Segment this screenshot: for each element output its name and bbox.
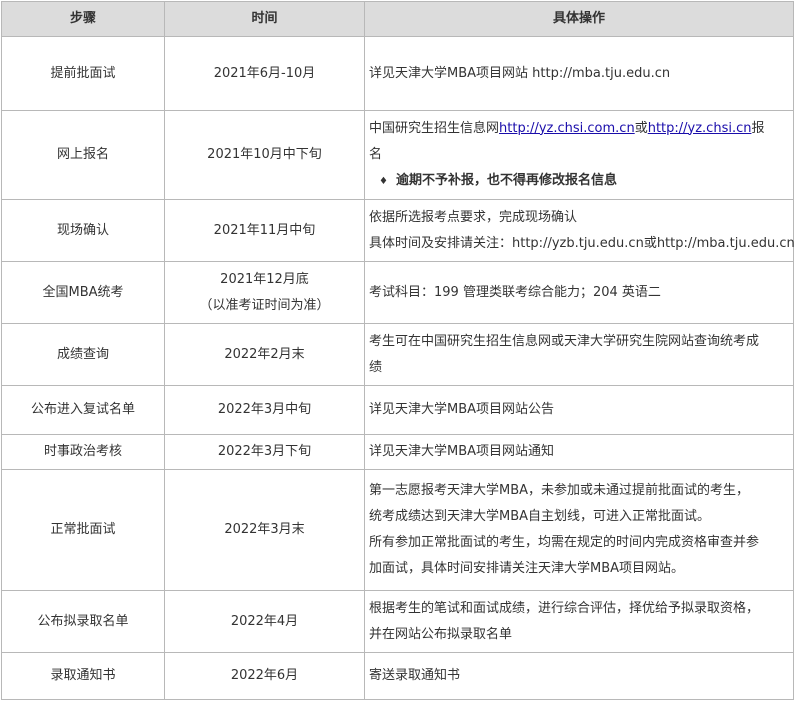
step-cell: 提前批面试 bbox=[1, 36, 165, 111]
header-step: 步骤 bbox=[1, 1, 165, 37]
ops-line: 中国研究生招生信息网http://yz.chsi.com.cn或http://y… bbox=[369, 116, 789, 142]
ops-cell: 根据考生的笔试和面试成绩，进行综合评估，择优给予拟录取资格， 并在网站公布拟录取… bbox=[364, 590, 794, 653]
step-cell: 公布进入复试名单 bbox=[1, 385, 165, 435]
ops-line: 加面试，具体时间安排请关注天津大学MBA项目网站。 bbox=[369, 561, 685, 576]
step-cell: 时事政治考核 bbox=[1, 434, 165, 470]
ops-cell: 第一志愿报考天津大学MBA，未参加或未通过提前批面试的考生， 统考成绩达到天津大… bbox=[364, 469, 794, 591]
step-cell: 公布拟录取名单 bbox=[1, 590, 165, 653]
step-cell: 全国MBA统考 bbox=[1, 261, 165, 324]
table-row: 时事政治考核 2022年3月下旬 详见天津大学MBA项目网站通知 bbox=[1, 434, 794, 470]
ops-cell: 详见天津大学MBA项目网站公告 bbox=[364, 385, 794, 435]
ops-line: 根据考生的笔试和面试成绩，进行综合评估，择优给予拟录取资格， bbox=[369, 600, 760, 616]
admission-schedule-table: 步骤 时间 具体操作 提前批面试 2021年6月-10月 详见天津大学MBA项目… bbox=[1, 1, 795, 700]
warning-bullet: ♦ 逾期不予补报，也不得再修改报名信息 bbox=[369, 168, 789, 195]
warning-text: 逾期不予补报，也不得再修改报名信息 bbox=[395, 172, 617, 188]
table-row: 成绩查询 2022年2月末 考生可在中国研究生招生信息网或天津大学研究生院网站查… bbox=[1, 323, 794, 386]
time-cell: 2021年10月中下旬 bbox=[164, 110, 365, 200]
ops-cell: 中国研究生招生信息网http://yz.chsi.com.cn或http://y… bbox=[364, 110, 794, 200]
ops-text: 中国研究生招生信息网 bbox=[369, 120, 500, 136]
time-cell: 2022年4月 bbox=[164, 590, 365, 653]
ops-line: 统考成绩达到天津大学MBA自主划线，可进入正常批面试。 bbox=[369, 509, 711, 524]
ops-line: 第一志愿报考天津大学MBA，未参加或未通过提前批面试的考生， bbox=[369, 483, 750, 498]
ops-cell: 详见天津大学MBA项目网站 http://mba.tju.edu.cn bbox=[364, 36, 794, 111]
ops-line: 并在网站公布拟录取名单 bbox=[369, 626, 513, 642]
step-cell: 现场确认 bbox=[1, 199, 165, 262]
time-cell: 2022年2月末 bbox=[164, 323, 365, 386]
time-cell: 2022年3月末 bbox=[164, 469, 365, 591]
step-cell: 网上报名 bbox=[1, 110, 165, 200]
table-row: 公布拟录取名单 2022年4月 根据考生的笔试和面试成绩，进行综合评估，择优给予… bbox=[1, 590, 794, 653]
table-row: 提前批面试 2021年6月-10月 详见天津大学MBA项目网站 http://m… bbox=[1, 36, 794, 111]
time-cell: 2021年11月中旬 bbox=[164, 199, 365, 262]
table-row: 全国MBA统考 2021年12月底 （以准考证时间为准） 考试科目：199 管理… bbox=[1, 261, 794, 324]
time-line: 2021年12月底 bbox=[220, 271, 309, 287]
header-time: 时间 bbox=[164, 1, 365, 37]
ops-line: 依据所选报考点要求，完成现场确认 bbox=[369, 209, 578, 225]
ops-line: 所有参加正常批面试的考生，均需在规定的时间内完成资格审查并参 bbox=[369, 535, 760, 550]
header-ops: 具体操作 bbox=[364, 1, 794, 37]
ops-cell: 考生可在中国研究生招生信息网或天津大学研究生院网站查询统考成 绩 bbox=[364, 323, 794, 386]
step-cell: 录取通知书 bbox=[1, 652, 165, 700]
time-cell: 2021年12月底 （以准考证时间为准） bbox=[164, 261, 365, 324]
ops-line: 绩 bbox=[369, 359, 383, 375]
ops-cell: 详见天津大学MBA项目网站通知 bbox=[364, 434, 794, 470]
chsi-link-2[interactable]: http://yz.chsi.cn bbox=[648, 121, 752, 136]
time-cell: 2021年6月-10月 bbox=[164, 36, 365, 111]
ops-text: 或 bbox=[634, 120, 648, 136]
table-row: 公布进入复试名单 2022年3月中旬 详见天津大学MBA项目网站公告 bbox=[1, 385, 794, 435]
chsi-link-1[interactable]: http://yz.chsi.com.cn bbox=[499, 121, 635, 136]
table-row: 录取通知书 2022年6月 寄送录取通知书 bbox=[1, 652, 794, 700]
step-cell: 成绩查询 bbox=[1, 323, 165, 386]
ops-line: 考生可在中国研究生招生信息网或天津大学研究生院网站查询统考成 bbox=[369, 333, 760, 349]
ops-line: 名 bbox=[369, 146, 383, 162]
ops-cell: 考试科目：199 管理类联考综合能力；204 英语二 bbox=[364, 261, 794, 324]
table-header-row: 步骤 时间 具体操作 bbox=[1, 1, 794, 37]
diamond-bullet-icon: ♦ bbox=[379, 175, 388, 187]
table-row: 正常批面试 2022年3月末 第一志愿报考天津大学MBA，未参加或未通过提前批面… bbox=[1, 469, 794, 591]
table-row: 网上报名 2021年10月中下旬 中国研究生招生信息网http://yz.chs… bbox=[1, 110, 794, 200]
table-row: 现场确认 2021年11月中旬 依据所选报考点要求，完成现场确认 具体时间及安排… bbox=[1, 199, 795, 262]
time-cell: 2022年3月下旬 bbox=[164, 434, 365, 470]
ops-line: 具体时间及安排请关注：http://yzb.tju.edu.cn或http://… bbox=[369, 235, 795, 251]
ops-text: 报 bbox=[751, 120, 765, 136]
time-cell: 2022年3月中旬 bbox=[164, 385, 365, 435]
ops-cell: 依据所选报考点要求，完成现场确认 具体时间及安排请关注：http://yzb.t… bbox=[364, 199, 795, 262]
time-line: （以准考证时间为准） bbox=[199, 297, 330, 313]
step-cell: 正常批面试 bbox=[1, 469, 165, 591]
time-cell: 2022年6月 bbox=[164, 652, 365, 700]
ops-cell: 寄送录取通知书 bbox=[364, 652, 794, 700]
